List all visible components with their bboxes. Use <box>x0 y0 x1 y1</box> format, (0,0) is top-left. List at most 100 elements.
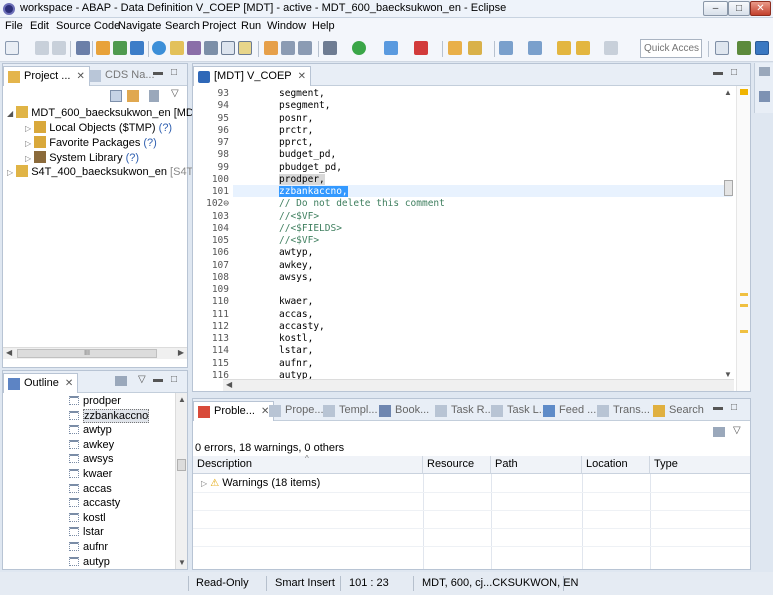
tab-project-explorer[interactable]: Project ... ✕ <box>3 66 90 86</box>
filter-icon[interactable] <box>149 90 159 102</box>
tab-transport-organizer[interactable]: Trans... <box>593 401 654 421</box>
scrollbar-thumb[interactable]: III <box>17 349 157 358</box>
outline-item-prodper[interactable]: prodper <box>69 395 121 407</box>
last-edit-icon[interactable] <box>557 41 571 55</box>
column-header-location[interactable]: Location <box>582 456 650 474</box>
minimize-button[interactable]: – <box>703 1 728 16</box>
annotation-icon[interactable] <box>264 41 278 55</box>
column-header-type[interactable]: Type <box>650 456 750 474</box>
outline-item-aufnr[interactable]: aufnr <box>69 541 108 553</box>
tab-feed-reader[interactable]: Feed ... <box>539 401 600 421</box>
external-tools-icon[interactable] <box>414 41 428 55</box>
tab-templates[interactable]: Templ... <box>319 401 382 421</box>
hierarchy-icon[interactable] <box>204 41 218 55</box>
maximize-view-icon[interactable]: □ <box>171 374 177 385</box>
minimize-view-icon[interactable]: ▬ <box>153 374 163 385</box>
maximize-view-icon[interactable]: □ <box>171 67 177 78</box>
link-with-editor-icon[interactable] <box>127 90 139 102</box>
outline-item-zzbankaccno[interactable]: zzbankaccno <box>69 408 150 423</box>
column-header-path[interactable]: Path <box>491 456 582 474</box>
filter-icon[interactable] <box>713 427 725 437</box>
mark-icon[interactable] <box>238 41 252 55</box>
outline-item-kostl[interactable]: kostl <box>69 512 106 524</box>
warning-marker[interactable] <box>740 293 748 296</box>
menu-window[interactable]: Window <box>267 20 306 32</box>
collapse-all-icon[interactable] <box>110 90 122 102</box>
tab-editor-v-coep[interactable]: [MDT] V_COEP ✕ <box>193 66 312 86</box>
whitespace-icon[interactable] <box>281 41 295 55</box>
task-list-icon[interactable] <box>759 91 770 102</box>
run-icon[interactable] <box>352 41 366 55</box>
view-menu-icon[interactable]: ▽ <box>138 374 146 385</box>
outline-item-accas[interactable]: accas <box>69 483 112 495</box>
debug-icon[interactable] <box>323 41 337 55</box>
next-annotation-icon[interactable] <box>499 41 513 55</box>
outline-item-awsys[interactable]: awsys <box>69 453 114 465</box>
scroll-left-icon[interactable]: ◀ <box>226 380 232 389</box>
menu-search[interactable]: Search <box>165 20 200 32</box>
open-perspective-icon[interactable] <box>715 41 729 55</box>
warning-marker[interactable] <box>740 330 748 333</box>
vertical-scrollbar[interactable]: ▲ ▼ <box>175 393 187 569</box>
toggle-icon[interactable] <box>221 41 235 55</box>
scroll-right-icon[interactable]: ▶ <box>178 348 184 357</box>
tree-item-favorite-packages[interactable]: ▷ Favorite Packages (?) <box>25 136 157 149</box>
sort-icon[interactable] <box>115 376 127 386</box>
link-icon[interactable] <box>76 41 90 55</box>
close-button[interactable]: ✕ <box>750 1 771 16</box>
tree-item-s4t-project[interactable]: ▷ S4T_400_baecksukwon_en [S4T, 400 <box>7 165 217 178</box>
maximize-view-icon[interactable]: □ <box>731 402 737 413</box>
overview-ruler[interactable] <box>736 86 750 391</box>
minimize-view-icon[interactable]: ▬ <box>153 67 163 78</box>
check-icon[interactable] <box>113 41 127 55</box>
collapsed-arrow-icon[interactable]: ▷ <box>25 139 31 148</box>
scroll-left-icon[interactable]: ◀ <box>6 348 12 357</box>
maximize-view-icon[interactable]: □ <box>731 67 737 78</box>
outline-item-awkey[interactable]: awkey <box>69 439 114 451</box>
scroll-up-icon[interactable]: ▲ <box>724 88 732 97</box>
collapsed-arrow-icon[interactable]: ▷ <box>25 154 31 163</box>
new-icon[interactable] <box>5 41 19 55</box>
outline-item-autyp[interactable]: autyp <box>69 556 110 568</box>
maximize-button[interactable]: □ <box>728 1 750 16</box>
menu-edit[interactable]: Edit <box>30 20 49 32</box>
outline-item-kwaer[interactable]: kwaer <box>69 468 112 480</box>
scroll-down-icon[interactable]: ▼ <box>724 370 732 379</box>
open-folder-icon[interactable] <box>448 41 462 55</box>
outline-item-awtyp[interactable]: awtyp <box>69 424 112 436</box>
menu-help[interactable]: Help <box>312 20 335 32</box>
tab-cds-navigator[interactable]: CDS Na... <box>85 66 159 86</box>
close-icon[interactable]: ✕ <box>76 71 84 82</box>
column-header-resource[interactable]: Resource <box>423 456 491 474</box>
verify-icon[interactable] <box>152 41 166 55</box>
abap-perspective-icon[interactable] <box>755 41 769 55</box>
scroll-down-icon[interactable]: ▼ <box>178 558 186 567</box>
editor-horizontal-scrollbar[interactable]: ◀ <box>223 379 734 391</box>
tab-outline[interactable]: Outline ✕ <box>3 373 79 393</box>
debug-perspective-icon[interactable] <box>737 41 751 55</box>
new-abap-icon[interactable] <box>96 41 110 55</box>
close-icon[interactable]: ✕ <box>65 378 73 389</box>
forward-icon[interactable] <box>604 41 618 55</box>
menu-file[interactable]: File <box>5 20 23 32</box>
menu-navigate[interactable]: Navigate <box>118 20 161 32</box>
save-icon[interactable] <box>35 41 49 55</box>
tab-search[interactable]: Search <box>649 401 708 421</box>
quick-access-input[interactable] <box>640 39 702 58</box>
expanded-arrow-icon[interactable]: ◢ <box>7 109 13 118</box>
menu-source-code[interactable]: Source Code <box>56 20 120 32</box>
restore-icon[interactable] <box>759 67 770 76</box>
warning-marker[interactable] <box>740 89 748 95</box>
code-editor[interactable]: 93 segment, 94 psegment, 95 posnr, 96 prctr, 97 p… <box>193 86 750 391</box>
editor-vertical-scrollbar[interactable]: ▲ ▼ <box>724 86 734 379</box>
tab-bookmarks[interactable]: Book... <box>375 401 433 421</box>
tree-item-system-library[interactable]: ▷ System Library (?) <box>25 151 139 164</box>
wand-icon[interactable] <box>170 41 184 55</box>
scrollbar-thumb[interactable] <box>177 459 186 471</box>
tree-item-mdt-project[interactable]: ◢ MDT_600_baecksukwon_en [MDT, 6 <box>7 106 212 119</box>
coverage-icon[interactable] <box>384 41 398 55</box>
close-icon[interactable]: ✕ <box>298 71 306 82</box>
prev-annotation-icon[interactable] <box>528 41 542 55</box>
outline-item-lstar[interactable]: lstar <box>69 526 104 538</box>
minimize-view-icon[interactable]: ▬ <box>713 402 723 413</box>
